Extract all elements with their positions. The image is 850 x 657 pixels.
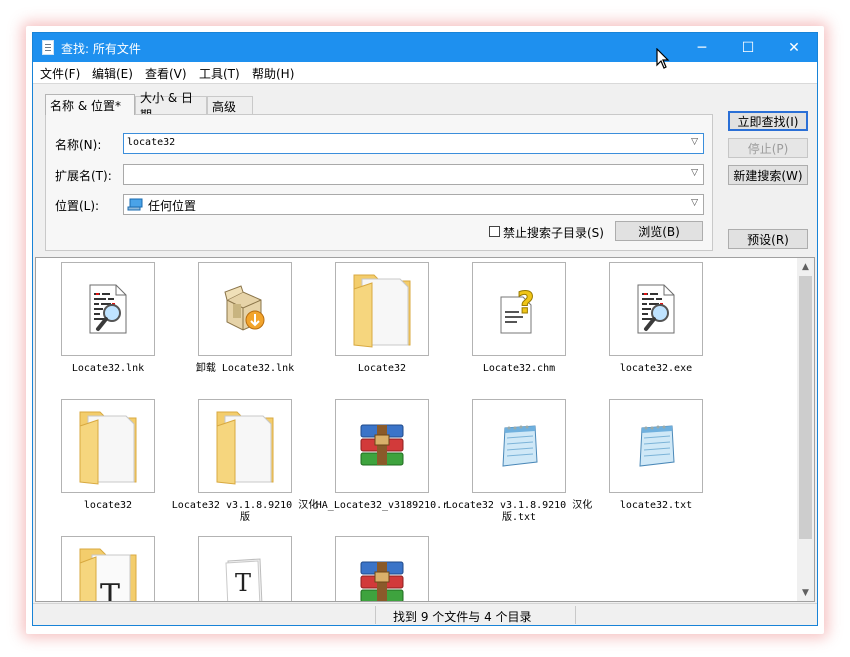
- scroll-down-icon[interactable]: ▼: [797, 584, 814, 601]
- scrollbar-thumb[interactable]: [799, 276, 812, 539]
- app-icon: [42, 40, 54, 55]
- result-item-label: Locate32: [357, 363, 407, 374]
- tab-size-date[interactable]: 大小 & 日期: [135, 91, 207, 122]
- result-item[interactable]: locate32: [36, 399, 166, 529]
- font-folder-icon[interactable]: T: [61, 536, 155, 602]
- find-now-button[interactable]: 立即查找(I): [728, 111, 808, 131]
- result-item-label: Locate32.lnk: [71, 363, 145, 374]
- font-file-icon[interactable]: T: [198, 536, 292, 601]
- menu-file[interactable]: 文件(F): [40, 65, 80, 82]
- menu-view[interactable]: 查看(V): [145, 65, 187, 82]
- vertical-scrollbar[interactable]: ▲ ▼: [797, 258, 814, 601]
- folder-icon[interactable]: [335, 262, 429, 356]
- status-divider: [375, 606, 376, 624]
- result-item-label: locate32.exe: [619, 363, 693, 374]
- new-search-button[interactable]: 新建搜索(W): [728, 165, 808, 185]
- extension-combobox[interactable]: ▽: [123, 164, 704, 185]
- result-item[interactable]: Locate32.lnk: [36, 262, 166, 392]
- result-item-label: Locate32 v3.1.8.9210 汉化版.txt: [445, 500, 593, 523]
- scroll-up-icon[interactable]: ▲: [797, 258, 814, 275]
- folder-icon[interactable]: [61, 399, 155, 493]
- preset-button[interactable]: 预设(R): [728, 229, 808, 249]
- notepad-icon[interactable]: [472, 399, 566, 493]
- menu-tools[interactable]: 工具(T): [199, 65, 240, 82]
- search-criteria-panel: 名称(N): locate32 ▽ 扩展名(T): ▽ 位置(L): 任何位置 …: [45, 114, 713, 251]
- chevron-down-icon[interactable]: ▽: [691, 198, 698, 208]
- notepad-icon[interactable]: [609, 399, 703, 493]
- svg-text:T: T: [100, 578, 120, 602]
- svg-text:?: ?: [517, 286, 534, 321]
- name-label: 名称(N):: [55, 138, 102, 152]
- result-item-label: Locate32.chm: [482, 363, 556, 374]
- results-list[interactable]: T Tlocate32.txt Locate32 v3.1.8.9210 汉化版.t…: [35, 257, 815, 602]
- minimize-button[interactable]: ─: [679, 33, 725, 62]
- result-item-label: locate32: [83, 500, 133, 511]
- result-item[interactable]: T: [173, 536, 303, 601]
- result-item-label: locate32.txt: [619, 500, 693, 511]
- maximize-button[interactable]: ☐: [725, 33, 771, 62]
- help-document-icon[interactable]: ?: [472, 262, 566, 356]
- find-window: 查找: 所有文件 ─ ☐ ✕ 文件(F) 编辑(E) 查看(V) 工具(T) 帮…: [32, 32, 818, 626]
- result-item[interactable]: Locate32 v3.1.8.9210 汉化版: [172, 399, 318, 529]
- result-item-label: HA_Locate32_v3189210.r: [315, 500, 449, 511]
- result-item[interactable]: locate32.txt: [584, 399, 714, 529]
- result-item[interactable]: Locate32 v3.1.8.9210 汉化版.txt: [446, 399, 592, 529]
- chevron-down-icon[interactable]: ▽: [691, 137, 698, 147]
- stop-button[interactable]: 停止(P): [728, 138, 808, 158]
- status-bar: 找到 9 个文件与 4 个目录: [33, 603, 817, 625]
- tab-advanced[interactable]: 高级: [207, 96, 253, 115]
- no-subdir-label[interactable]: 禁止搜索子目录(S): [503, 224, 604, 241]
- location-combobox[interactable]: 任何位置 ▽: [123, 194, 704, 215]
- magnifier-document-icon[interactable]: [609, 262, 703, 356]
- name-combobox[interactable]: locate32 ▽: [123, 133, 704, 154]
- result-item[interactable]: [310, 536, 440, 601]
- tab-name-location-label: 名称 & 位置*: [50, 98, 121, 113]
- winrar-archive-icon[interactable]: [335, 536, 429, 601]
- title-bar[interactable]: 查找: 所有文件 ─ ☐ ✕: [33, 33, 817, 62]
- result-item-label: Locate32 v3.1.8.9210 汉化版: [171, 500, 319, 523]
- winrar-archive-icon[interactable]: [335, 399, 429, 493]
- chevron-down-icon[interactable]: ▽: [691, 168, 698, 178]
- result-item[interactable]: locate32.exe: [584, 262, 714, 392]
- mouse-cursor-icon: [656, 48, 670, 69]
- status-divider: [575, 606, 576, 624]
- menu-help[interactable]: 帮助(H): [252, 65, 294, 82]
- result-item[interactable]: 卸载 Locate32.lnk: [173, 262, 303, 392]
- uninstall-box-icon[interactable]: [198, 262, 292, 356]
- location-value: 任何位置: [148, 199, 197, 213]
- folder-icon[interactable]: [198, 399, 292, 493]
- result-item[interactable]: ? Locate32.chm: [447, 262, 577, 392]
- result-item[interactable]: HA_Locate32_v3189210.r: [310, 399, 448, 529]
- status-text: 找到 9 个文件与 4 个目录: [393, 610, 532, 624]
- window-title: 查找: 所有文件: [61, 42, 141, 56]
- result-item[interactable]: Locate32: [310, 262, 440, 392]
- tab-name-location[interactable]: 名称 & 位置*: [45, 94, 135, 115]
- name-value: locate32: [127, 137, 176, 148]
- result-item[interactable]: T: [36, 536, 166, 602]
- tab-advanced-label: 高级: [212, 99, 237, 114]
- close-button[interactable]: ✕: [771, 33, 817, 62]
- magnifier-document-icon[interactable]: [61, 262, 155, 356]
- menu-bar: 文件(F) 编辑(E) 查看(V) 工具(T) 帮助(H): [33, 62, 817, 84]
- no-subdir-checkbox[interactable]: [489, 226, 500, 237]
- computer-location-icon: [127, 198, 143, 211]
- location-label: 位置(L):: [55, 199, 100, 213]
- extension-label: 扩展名(T):: [55, 169, 112, 183]
- menu-edit[interactable]: 编辑(E): [92, 65, 133, 82]
- svg-text:T: T: [235, 569, 251, 597]
- result-item-label: 卸载 Locate32.lnk: [195, 363, 295, 374]
- browse-button[interactable]: 浏览(B): [615, 221, 703, 241]
